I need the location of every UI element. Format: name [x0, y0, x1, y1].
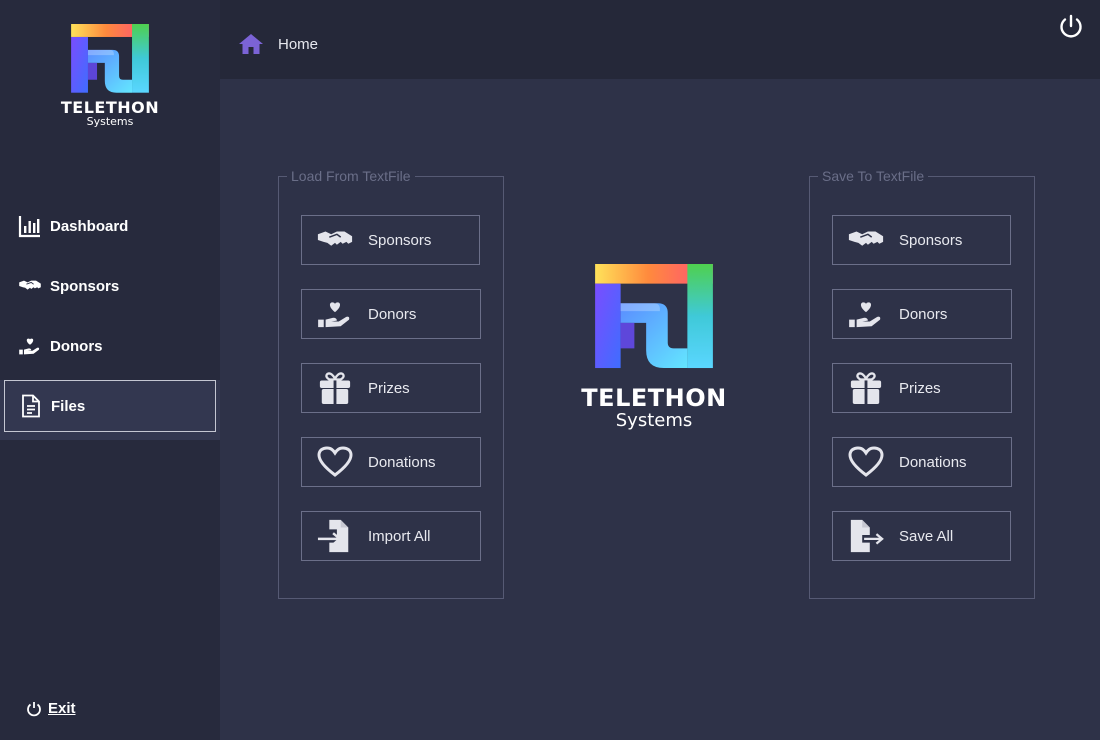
save-sponsors-button[interactable]: Sponsors — [832, 215, 1011, 265]
sidebar-item-files[interactable]: Files — [4, 380, 216, 432]
power-icon — [27, 701, 41, 716]
heart-outline-icon — [317, 446, 353, 478]
handshake-icon — [316, 228, 354, 252]
brand-title: TELETHON — [581, 384, 727, 412]
sidebar-item-files-wrapper: Files — [0, 380, 220, 440]
file-export-icon — [847, 518, 885, 554]
load-sponsors-button[interactable]: Sponsors — [301, 215, 480, 265]
heart-outline-icon — [848, 446, 884, 478]
sidebar-item-label: Files — [51, 397, 86, 415]
document-icon — [22, 394, 40, 418]
save-all-button[interactable]: Save All — [832, 511, 1011, 561]
button-label: Donations — [368, 453, 436, 471]
gift-icon — [849, 371, 883, 405]
sidebar-item-sponsors[interactable]: Sponsors — [0, 256, 220, 316]
file-import-icon — [316, 518, 354, 554]
sidebar-nav: Dashboard Sponsors Donors Files — [0, 196, 220, 440]
group-legend: Load From TextFile — [287, 168, 415, 184]
load-prizes-button[interactable]: Prizes — [301, 363, 481, 413]
telethon-logo-icon — [71, 24, 149, 94]
sidebar-item-label: Sponsors — [50, 277, 120, 295]
power-icon[interactable] — [1058, 14, 1084, 40]
hand-heart-icon — [18, 334, 42, 358]
button-label: Prizes — [899, 379, 941, 397]
button-label: Sponsors — [368, 231, 432, 249]
load-donors-button[interactable]: Donors — [301, 289, 481, 339]
telethon-logo-icon — [595, 264, 713, 370]
button-label: Donors — [368, 305, 417, 323]
save-to-textfile-group: Save To TextFile Sponsors Donors Prizes … — [809, 168, 1035, 599]
button-label: Donors — [899, 305, 948, 323]
sidebar-item-dashboard[interactable]: Dashboard — [0, 196, 220, 256]
handshake-icon — [847, 228, 885, 252]
sidebar: TELETHON Systems Dashboard Sponsors Dono… — [0, 0, 220, 740]
button-label: Donations — [899, 453, 967, 471]
button-label: Import All — [368, 527, 431, 545]
handshake-icon — [18, 274, 42, 298]
sidebar-item-label: Dashboard — [50, 217, 129, 235]
breadcrumb-home: Home — [278, 35, 319, 53]
sidebar-item-donors[interactable]: Donors — [0, 316, 220, 376]
bar-chart-icon — [18, 216, 40, 238]
button-label: Save All — [899, 527, 954, 545]
gift-icon — [318, 371, 352, 405]
hand-heart-icon — [847, 299, 885, 329]
exit-label: Exit — [48, 700, 76, 717]
save-donors-button[interactable]: Donors — [832, 289, 1012, 339]
sidebar-item-label: Donors — [50, 337, 103, 355]
header-bar: Home — [220, 0, 1100, 79]
load-from-textfile-group: Load From TextFile Sponsors Donors Prize… — [278, 168, 504, 599]
breadcrumb[interactable]: Home — [238, 32, 318, 56]
button-label: Sponsors — [899, 231, 963, 249]
brand-subtitle: Systems — [86, 115, 134, 128]
brand-logo: TELETHON Systems — [58, 24, 162, 128]
exit-button[interactable]: Exit — [26, 700, 76, 717]
import-all-button[interactable]: Import All — [301, 511, 481, 561]
group-legend: Save To TextFile — [818, 168, 929, 184]
brand-subtitle: Systems — [615, 410, 693, 431]
home-icon — [239, 34, 263, 54]
hand-heart-icon — [316, 299, 354, 329]
save-prizes-button[interactable]: Prizes — [832, 363, 1012, 413]
brand-title: TELETHON — [60, 98, 160, 117]
save-donations-button[interactable]: Donations — [832, 437, 1012, 487]
center-brand-logo: TELETHON Systems — [578, 264, 730, 431]
button-label: Prizes — [368, 379, 410, 397]
load-donations-button[interactable]: Donations — [301, 437, 481, 487]
